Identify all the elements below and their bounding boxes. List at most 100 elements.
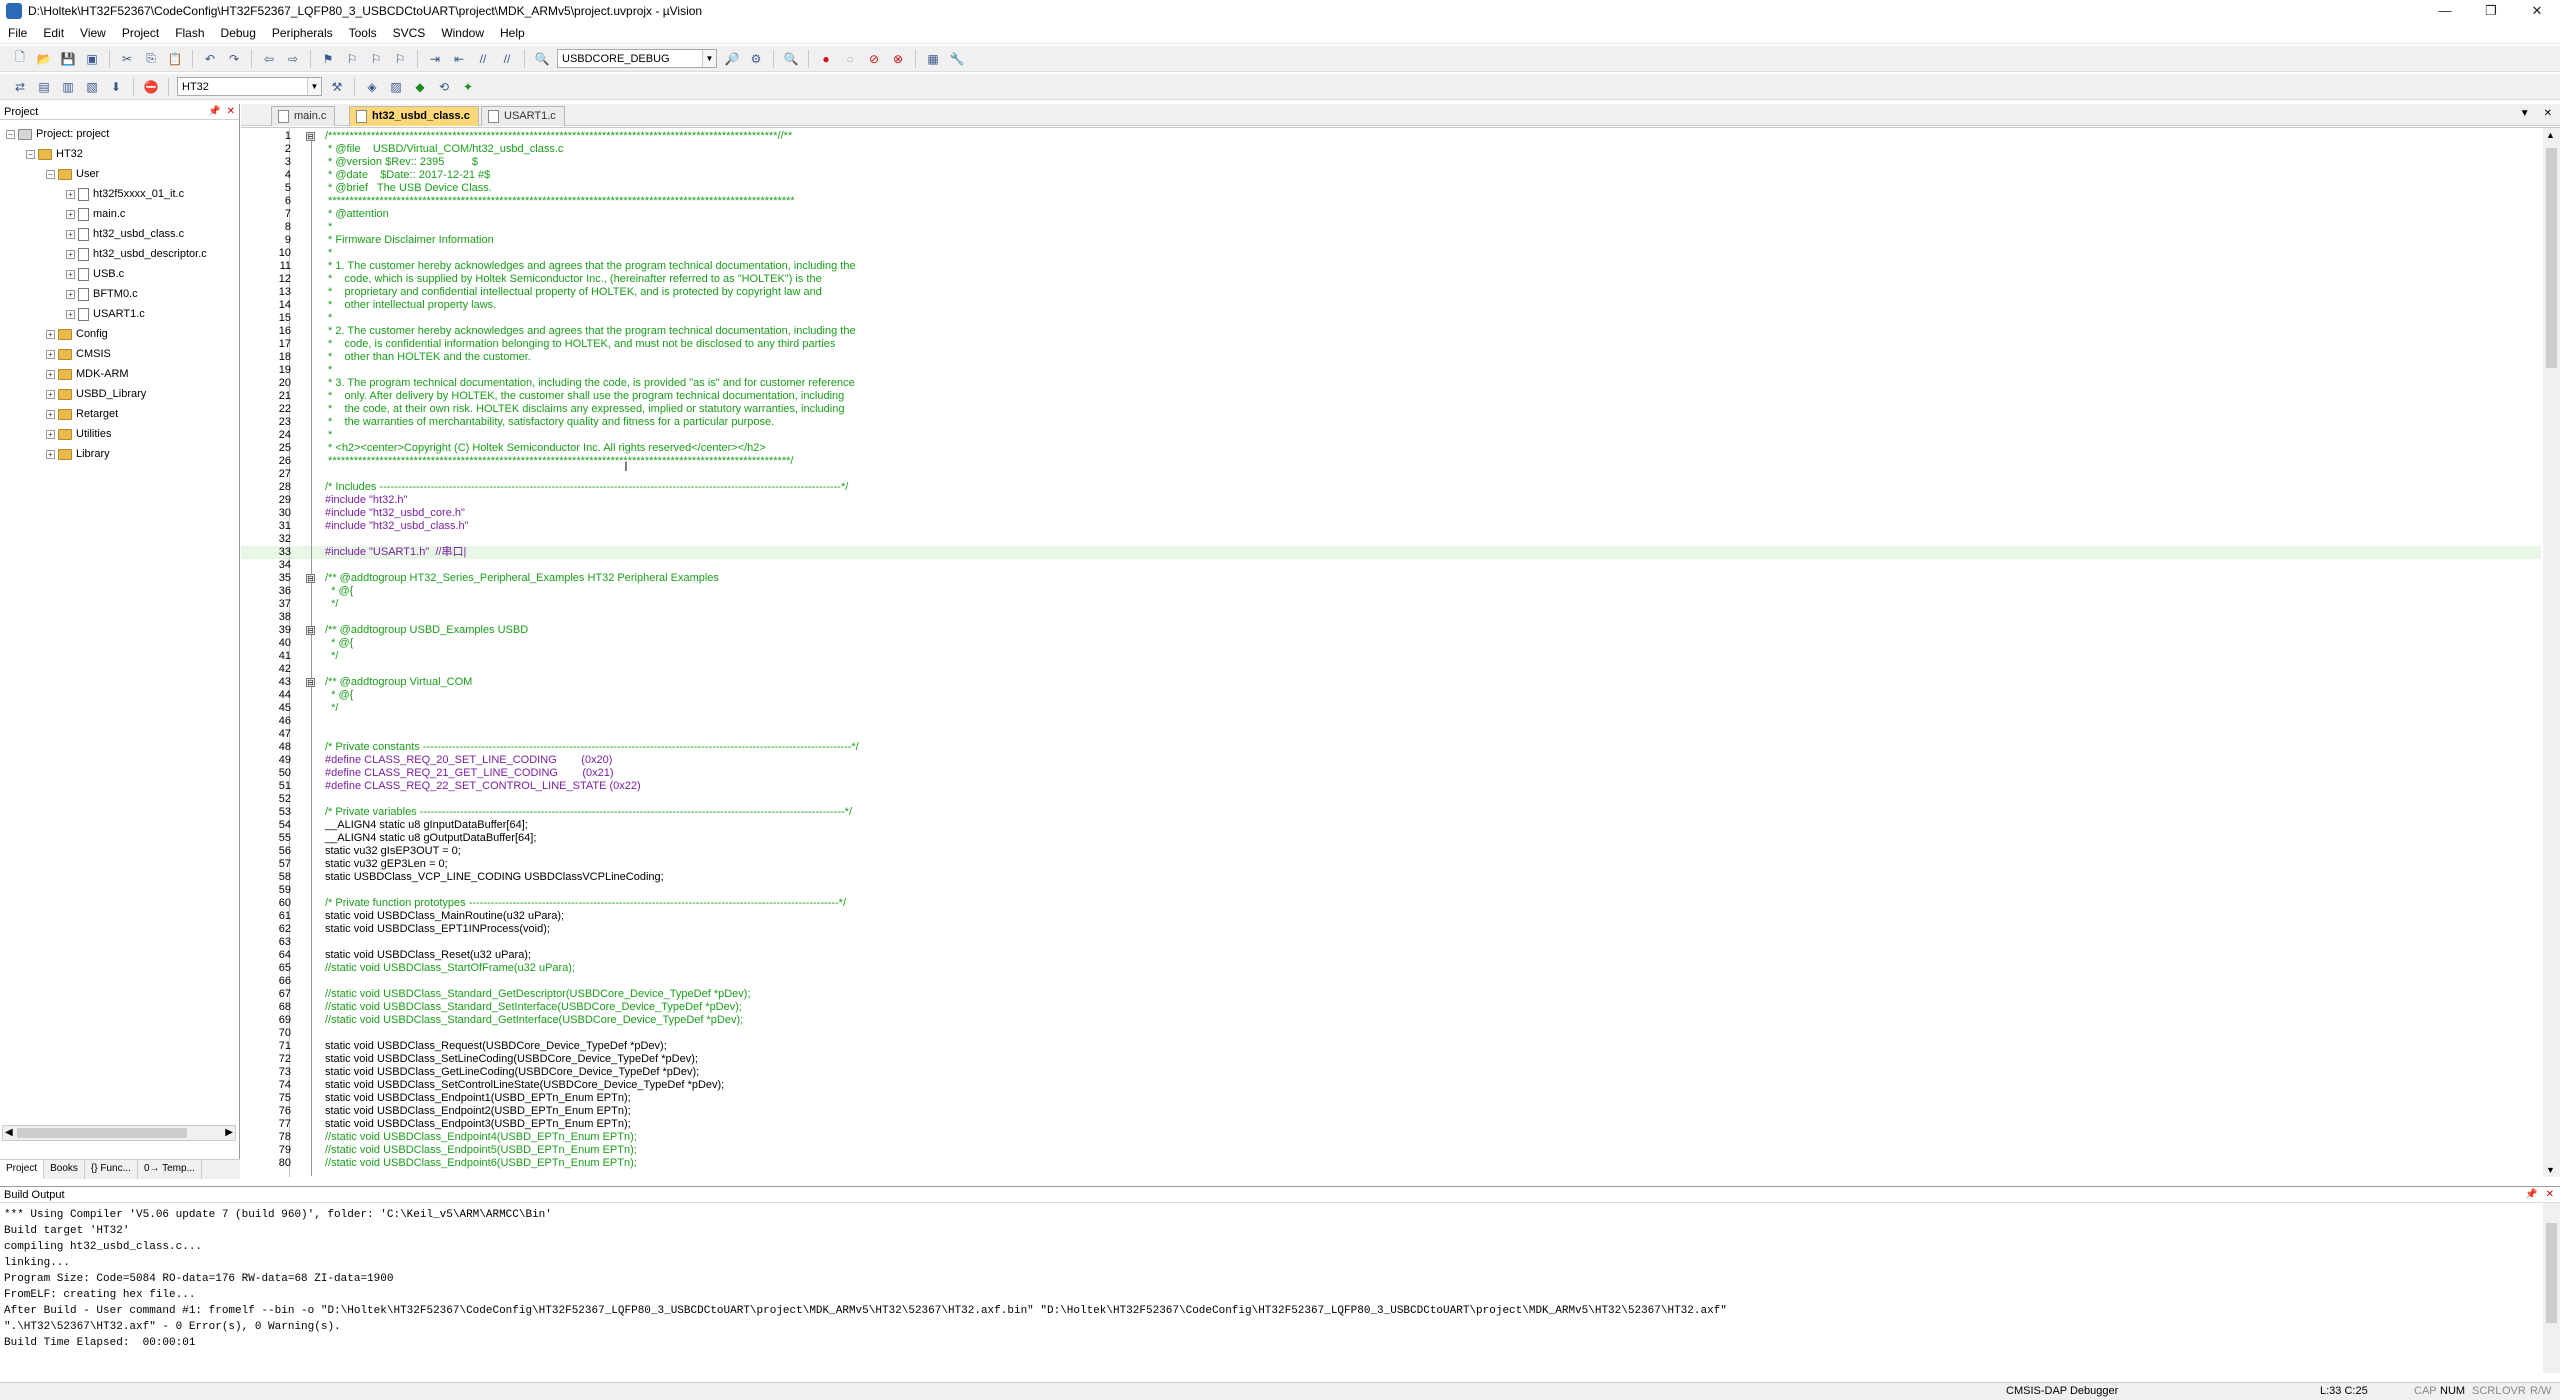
restore-button[interactable]: ❐: [2468, 0, 2514, 22]
file-extensions-icon[interactable]: ▨: [386, 77, 406, 97]
code-line[interactable]: #define CLASS_REQ_20_SET_LINE_CODING (0x…: [325, 754, 612, 767]
code-line[interactable]: //static void USBDClass_Standard_GetInte…: [325, 1014, 743, 1027]
scroll-thumb[interactable]: [2546, 148, 2557, 368]
kill-breakpoints-icon[interactable]: ⊗: [888, 49, 908, 69]
code-line[interactable]: static void USBDClass_SetControlLineStat…: [325, 1079, 724, 1092]
clear-breakpoints-icon[interactable]: ⊘: [864, 49, 884, 69]
tree-file[interactable]: + ht32_usbd_class.c: [66, 224, 184, 244]
code-line[interactable]: static void USBDClass_Endpoint2(USBD_EPT…: [325, 1105, 631, 1118]
tree-file[interactable]: + USB.c: [66, 264, 124, 284]
window-layout-icon[interactable]: ▦: [923, 49, 943, 69]
menu-file[interactable]: File: [0, 22, 35, 44]
fold-toggle-icon[interactable]: ⊟: [306, 574, 315, 583]
debug-session-icon[interactable]: 🔍: [781, 49, 801, 69]
select-packs-icon[interactable]: ◆: [410, 77, 430, 97]
code-line[interactable]: #define CLASS_REQ_21_GET_LINE_CODING (0x…: [325, 767, 614, 780]
expand-icon[interactable]: +: [46, 449, 55, 459]
code-line[interactable]: * other than HOLTEK and the customer.: [325, 351, 531, 364]
code-line[interactable]: * 1. The customer hereby acknowledges an…: [325, 260, 856, 273]
undo-icon[interactable]: ↶: [200, 49, 220, 69]
code-line[interactable]: //static void USBDClass_Standard_GetDesc…: [325, 988, 751, 1001]
code-line[interactable]: * @date $Date:: 2017-12-21 #$: [325, 169, 490, 182]
close-icon[interactable]: ✕: [227, 106, 235, 117]
tree-file[interactable]: + main.c: [66, 204, 125, 224]
code-line[interactable]: static void USBDClass_Reset(u32 uPara);: [325, 949, 531, 962]
incremental-find-icon[interactable]: ⚙: [746, 49, 766, 69]
indent-icon[interactable]: ⇥: [425, 49, 445, 69]
bookmark-icon[interactable]: ⚑: [318, 49, 338, 69]
code-line[interactable]: static vu32 gIsEP3OUT = 0;: [325, 845, 461, 858]
close-tab-icon[interactable]: ✕: [2544, 108, 2552, 119]
stop-build-icon[interactable]: ⛔: [141, 77, 161, 97]
code-line[interactable]: *: [325, 221, 332, 234]
tree-root[interactable]: − Project: project: [6, 124, 109, 144]
manage-components-icon[interactable]: ◈: [362, 77, 382, 97]
code-line[interactable]: static void USBDClass_GetLineCoding(USBD…: [325, 1066, 699, 1079]
code-line[interactable]: //static void USBDClass_Standard_SetInte…: [325, 1001, 742, 1014]
tree-group[interactable]: + Utilities: [46, 424, 111, 444]
code-line[interactable]: #include "ht32_usbd_class.h": [325, 520, 469, 533]
fold-toggle-icon[interactable]: ⊟: [306, 678, 315, 687]
copy-icon[interactable]: ⎘: [141, 49, 161, 69]
expand-icon[interactable]: +: [46, 389, 55, 399]
menu-svcs[interactable]: SVCS: [385, 22, 434, 44]
code-line[interactable]: //static void USBDClass_Endpoint6(USBD_E…: [325, 1157, 637, 1170]
code-line[interactable]: * <h2><center>Copyright (C) Holtek Semic…: [325, 442, 766, 455]
breakpoint-icon[interactable]: ●: [816, 49, 836, 69]
code-line[interactable]: ****************************************…: [325, 195, 795, 208]
cut-icon[interactable]: ✂: [117, 49, 137, 69]
code-line[interactable]: * proprietary and confidential intellect…: [325, 286, 822, 299]
code-line[interactable]: __ALIGN4 static u8 gInputDataBuffer[64];: [325, 819, 528, 832]
pack-installer-icon[interactable]: ⟲: [434, 77, 454, 97]
pin-icon[interactable]: 📌: [208, 106, 220, 117]
menu-tools[interactable]: Tools: [341, 22, 385, 44]
tab-project[interactable]: Project: [0, 1160, 45, 1179]
code-line[interactable]: static vu32 gEP3Len = 0;: [325, 858, 448, 871]
pin-icon[interactable]: 📌: [2525, 1189, 2537, 1200]
code-line[interactable]: ****************************************…: [325, 455, 793, 468]
expand-icon[interactable]: +: [66, 309, 75, 319]
download-icon[interactable]: ⬇: [106, 77, 126, 97]
code-line[interactable]: * only. After delivery by HOLTEK, the cu…: [325, 390, 844, 403]
expand-icon[interactable]: +: [66, 249, 75, 259]
tree-file[interactable]: + BFTM0.c: [66, 284, 138, 304]
expand-icon[interactable]: +: [66, 269, 75, 279]
tree-group[interactable]: + Library: [46, 444, 110, 464]
chevron-down-icon[interactable]: ▼: [702, 50, 716, 67]
code-line[interactable]: /***************************************…: [325, 130, 792, 143]
save-all-icon[interactable]: ▣: [82, 49, 102, 69]
prev-bookmark-icon[interactable]: ⚐: [342, 49, 362, 69]
code-line[interactable]: */: [325, 598, 338, 611]
tab-ht32-usbd-class-c[interactable]: ht32_usbd_class.c: [349, 106, 479, 126]
nav-back-icon[interactable]: ⇦: [259, 49, 279, 69]
code-line[interactable]: */: [325, 650, 338, 663]
clear-bookmarks-icon[interactable]: ⚐: [390, 49, 410, 69]
disable-breakpoint-icon[interactable]: ○: [840, 49, 860, 69]
redo-icon[interactable]: ↷: [224, 49, 244, 69]
code-editor[interactable]: 1 ⊟ /*************************************…: [241, 127, 2560, 1177]
close-button[interactable]: ✕: [2514, 0, 2560, 22]
scroll-up-icon[interactable]: ▲: [2546, 130, 2555, 140]
nav-forward-icon[interactable]: ⇨: [283, 49, 303, 69]
find-icon[interactable]: 🔎: [722, 49, 742, 69]
unindent-icon[interactable]: ⇤: [449, 49, 469, 69]
menu-edit[interactable]: Edit: [35, 22, 72, 44]
code-line[interactable]: * @{: [325, 585, 353, 598]
tree-target[interactable]: − HT32: [26, 144, 83, 164]
code-line[interactable]: * 3. The program technical documentation…: [325, 377, 855, 390]
code-line[interactable]: *: [325, 364, 332, 377]
tree-group[interactable]: + Config: [46, 324, 108, 344]
expand-icon[interactable]: +: [46, 429, 55, 439]
code-line[interactable]: static void USBDClass_Endpoint1(USBD_EPT…: [325, 1092, 631, 1105]
expand-icon[interactable]: +: [66, 229, 75, 239]
expand-icon[interactable]: +: [46, 409, 55, 419]
comment-icon[interactable]: //: [473, 49, 493, 69]
uncomment-icon[interactable]: //: [497, 49, 517, 69]
menu-project[interactable]: Project: [114, 22, 167, 44]
tree-file[interactable]: + USART1.c: [66, 304, 145, 324]
code-line[interactable]: * code, which is supplied by Holtek Semi…: [325, 273, 822, 286]
expand-icon[interactable]: +: [46, 369, 55, 379]
find-combo[interactable]: USBDCORE_DEBUG ▼: [557, 49, 717, 68]
next-bookmark-icon[interactable]: ⚐: [366, 49, 386, 69]
collapse-icon[interactable]: −: [26, 149, 35, 159]
